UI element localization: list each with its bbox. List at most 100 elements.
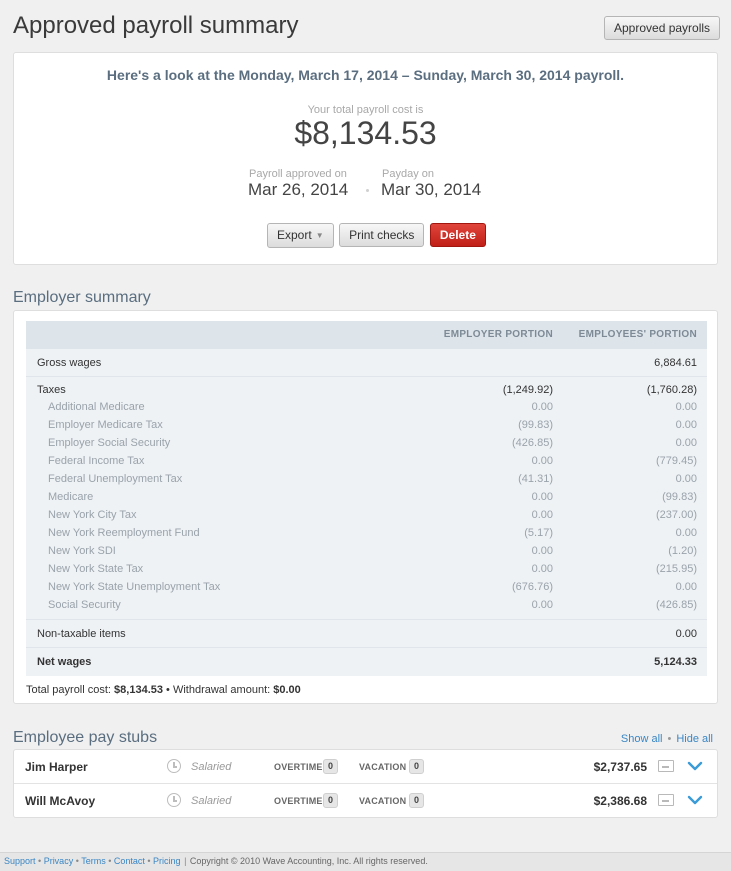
footer-separator: • — [35, 856, 44, 866]
table-header: EMPLOYER PORTION EMPLOYEES' PORTION — [26, 321, 707, 349]
footer-link-support[interactable]: Support — [4, 856, 36, 866]
tax-row: Federal Unemployment Tax (41.31) 0.00 — [26, 471, 707, 489]
footer: Support • Privacy • Terms • Contact • Pr… — [0, 852, 731, 871]
net-wages-row: Net wages 5,124.33 — [26, 648, 707, 676]
employer-summary-title: Employer summary — [13, 289, 151, 306]
pay-type: Salaried — [191, 795, 232, 807]
employer-value: (5.17) — [524, 527, 553, 539]
taxes-row: Taxes (1,249.92) (1,760.28) — [26, 377, 707, 399]
overtime-count: 0 — [323, 793, 338, 808]
footer-separator: • — [73, 856, 82, 866]
employees-value: (1.20) — [668, 545, 697, 557]
payroll-summary-card: Here's a look at the Monday, March 17, 2… — [13, 52, 718, 265]
vacation-count: 0 — [409, 793, 424, 808]
row-label: Taxes — [37, 384, 66, 396]
link-separator: • — [667, 733, 672, 745]
employees-value: (426.85) — [656, 599, 697, 611]
footer-link-terms[interactable]: Terms — [81, 856, 106, 866]
vacation-count: 0 — [409, 759, 424, 774]
tax-row: New York Reemployment Fund (5.17) 0.00 — [26, 525, 707, 543]
employees-value: 5,124.33 — [654, 656, 697, 668]
chevron-down-icon[interactable] — [687, 792, 703, 808]
show-all-link[interactable]: Show all — [621, 733, 663, 745]
check-icon[interactable] — [658, 794, 674, 806]
overtime-label: OVERTIME — [274, 762, 323, 772]
chevron-down-icon[interactable] — [687, 758, 703, 774]
employer-value: (1,249.92) — [502, 384, 553, 396]
employer-value: 0.00 — [531, 599, 553, 611]
footer-copyright: Copyright © 2010 Wave Accounting, Inc. A… — [189, 856, 428, 866]
row-label: Gross wages — [37, 357, 102, 369]
tax-row: Social Security 0.00 (426.85) — [26, 597, 707, 615]
summary-headline: Here's a look at the Monday, March 17, 2… — [106, 67, 625, 83]
employees-value: 0.00 — [675, 419, 697, 431]
employer-value: 0.00 — [531, 563, 553, 575]
overtime-label: OVERTIME — [274, 796, 323, 806]
tax-row: Medicare 0.00 (99.83) — [26, 489, 707, 507]
tax-label: Federal Income Tax — [48, 455, 145, 467]
delete-button[interactable]: Delete — [429, 223, 486, 247]
footer-link-pricing[interactable]: Pricing — [153, 856, 181, 866]
employer-value: 0.00 — [531, 545, 553, 557]
tax-label: New York State Tax — [48, 563, 144, 575]
tax-row: New York SDI 0.00 (1.20) — [26, 543, 707, 561]
withdrawal-label: Withdrawal amount: — [172, 684, 271, 696]
tax-label: New York Reemployment Fund — [48, 527, 200, 539]
clock-icon — [167, 793, 181, 807]
footer-separator: • — [105, 856, 114, 866]
employer-value: (426.85) — [512, 437, 553, 449]
tax-label: New York City Tax — [48, 509, 137, 521]
export-button[interactable]: Export ▼ — [267, 223, 334, 248]
footer-link-privacy[interactable]: Privacy — [44, 856, 74, 866]
hide-all-link[interactable]: Hide all — [676, 733, 713, 745]
clock-icon — [167, 759, 181, 773]
taxes-block: Taxes (1,249.92) (1,760.28) Additional M… — [26, 377, 707, 620]
employee-name: Will McAvoy — [25, 794, 96, 808]
employer-value: 0.00 — [531, 401, 553, 413]
row-label: Non-taxable items — [37, 628, 126, 640]
column-header-employees: EMPLOYEES' PORTION — [578, 329, 697, 340]
vacation-label: VACATION — [359, 762, 407, 772]
summary-actions: Export ▼ Print checks Delete — [267, 223, 487, 248]
employer-summary-card: EMPLOYER PORTION EMPLOYEES' PORTION Gros… — [13, 310, 718, 704]
tax-row: New York State Tax 0.00 (215.95) — [26, 561, 707, 579]
tax-label: Federal Unemployment Tax — [48, 473, 183, 485]
employer-value: (99.83) — [518, 419, 553, 431]
total-cost-amount: $8,134.53 — [114, 684, 163, 696]
payday-date: Mar 30, 2014 — [381, 180, 482, 199]
pay-stub-row[interactable]: Will McAvoy Salaried OVERTIME 0 VACATION… — [14, 784, 717, 818]
tax-label: New York SDI — [48, 545, 116, 557]
employees-value: 0.00 — [675, 527, 697, 539]
stub-toggle-links: Show all • Hide all — [621, 733, 713, 745]
print-checks-button[interactable]: Print checks — [339, 223, 425, 247]
employees-value: 0.00 — [675, 628, 697, 640]
approved-payrolls-button[interactable]: Approved payrolls — [604, 16, 721, 40]
check-icon[interactable] — [658, 760, 674, 772]
approved-date-block: Payroll approved on Mar 26, 2014 — [248, 168, 348, 200]
footer-separator: • — [144, 856, 154, 866]
tax-row: New York State Unemployment Tax (676.76) 0… — [26, 579, 707, 597]
employees-value: (779.45) — [656, 455, 697, 467]
employees-value: (1,760.28) — [646, 384, 697, 396]
stub-amount: $2,386.68 — [593, 794, 647, 808]
employees-value: 0.00 — [675, 473, 697, 485]
employer-value: 0.00 — [531, 509, 553, 521]
payday-label: Payday on — [382, 168, 434, 180]
tax-row: Federal Income Tax 0.00 (779.45) — [26, 453, 707, 471]
footer-link-contact[interactable]: Contact — [114, 856, 145, 866]
approved-date: Mar 26, 2014 — [248, 180, 349, 199]
employer-value: (676.76) — [512, 581, 553, 593]
page-title: Approved payroll summary — [13, 12, 299, 39]
tax-row: Employer Medicare Tax (99.83) 0.00 — [26, 417, 707, 435]
payday-date-block: Payday on Mar 30, 2014 — [381, 168, 481, 200]
pay-stub-row[interactable]: Jim Harper Salaried OVERTIME 0 VACATION … — [14, 750, 717, 784]
approved-label: Payroll approved on — [249, 168, 347, 180]
tax-row: New York City Tax 0.00 (237.00) — [26, 507, 707, 525]
employee-name: Jim Harper — [25, 760, 88, 774]
tax-label: Employer Social Security — [48, 437, 171, 449]
pay-stubs-card: Jim Harper Salaried OVERTIME 0 VACATION … — [13, 749, 718, 818]
total-cost-value: $8,134.53 — [294, 115, 437, 151]
non-taxable-row: Non-taxable items 0.00 — [26, 620, 707, 648]
tax-row: Additional Medicare 0.00 0.00 — [26, 399, 707, 417]
totals-line: Total payroll cost: $8,134.53 • Withdraw… — [26, 684, 301, 696]
